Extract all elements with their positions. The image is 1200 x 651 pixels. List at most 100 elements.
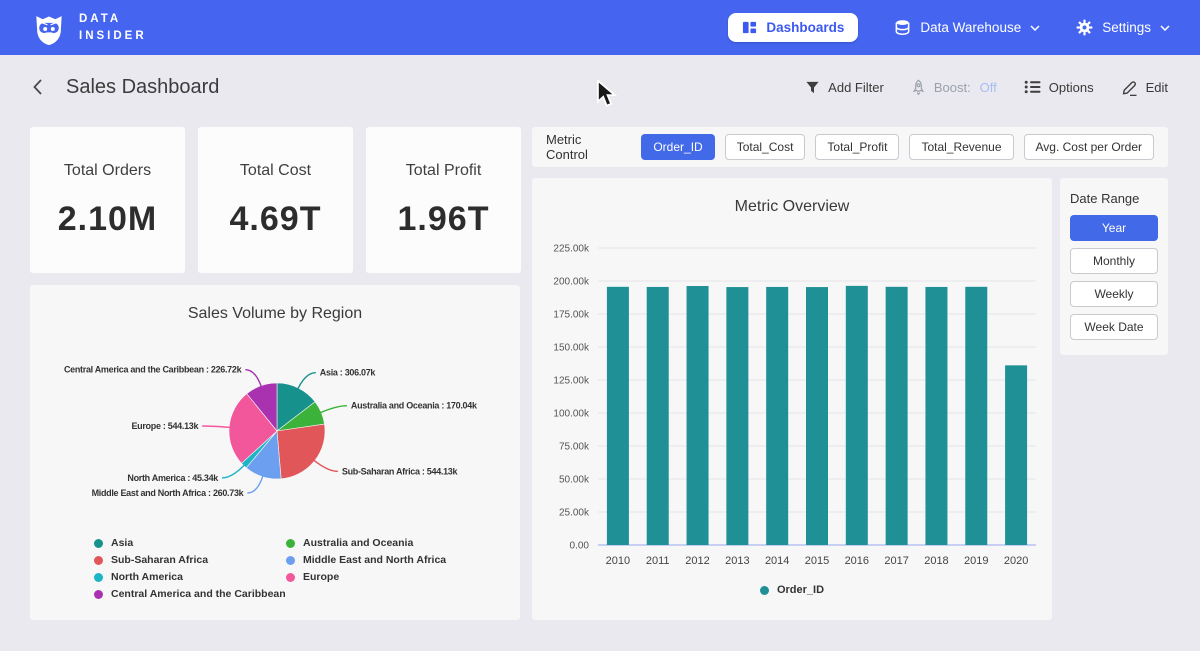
settings-menu[interactable]: Settings xyxy=(1076,19,1170,36)
pie-slice-label: Asia : 306.07k xyxy=(320,368,377,378)
pie-slice[interactable] xyxy=(277,402,325,431)
x-axis-label: 2013 xyxy=(725,555,749,567)
pie-label-line xyxy=(247,476,263,493)
x-axis-label: 2014 xyxy=(765,555,789,567)
pie-slice[interactable] xyxy=(277,424,325,479)
legend-item[interactable]: Sub-Saharan Africa xyxy=(94,554,286,566)
bar-2018[interactable] xyxy=(925,287,947,545)
chip-avg-cost-per-order[interactable]: Avg. Cost per Order xyxy=(1024,134,1155,160)
pie-label-line xyxy=(320,406,347,413)
pie-slice[interactable] xyxy=(229,394,277,464)
x-axis-label: 2010 xyxy=(606,555,630,567)
date-range-panel: Date Range YearMonthlyWeeklyWeek Date xyxy=(1060,178,1168,355)
dashboards-button[interactable]: Dashboards xyxy=(728,13,858,42)
sales-dashboard-app: DATA INSIDER Dashboards Data Warehou xyxy=(0,0,1200,651)
bar-legend-dot xyxy=(760,586,769,595)
bar-2017[interactable] xyxy=(886,287,908,545)
bar-2020[interactable] xyxy=(1005,365,1027,545)
chip-total-profit[interactable]: Total_Profit xyxy=(815,134,899,160)
chip-total-revenue[interactable]: Total_Revenue xyxy=(909,134,1013,160)
legend-item[interactable]: Middle East and North Africa xyxy=(286,554,478,566)
add-filter-button[interactable]: Add Filter xyxy=(805,80,884,95)
stat-label: Total Cost xyxy=(240,162,311,180)
legend-label: Middle East and North Africa xyxy=(303,554,446,566)
legend-item[interactable]: Central America and the Caribbean xyxy=(94,588,286,600)
bar-2016[interactable] xyxy=(846,286,868,545)
stat-value: 4.69T xyxy=(230,200,322,239)
pie-label-line xyxy=(298,373,316,389)
legend-dot xyxy=(94,573,103,582)
x-axis-label: 2020 xyxy=(1004,555,1028,567)
bar-2015[interactable] xyxy=(806,287,828,545)
chip-total-cost[interactable]: Total_Cost xyxy=(725,134,806,160)
top-navbar: DATA INSIDER Dashboards Data Warehou xyxy=(0,0,1200,55)
pie-slice[interactable] xyxy=(242,431,278,468)
pie-slice-label: Europe : 544.13k xyxy=(131,421,199,431)
database-icon xyxy=(894,19,911,36)
y-axis-tick: 200.00k xyxy=(553,277,590,288)
pie-label-line xyxy=(202,426,230,427)
legend-item[interactable]: Asia xyxy=(94,537,286,549)
bar-2014[interactable] xyxy=(766,287,788,545)
y-axis-tick: 175.00k xyxy=(553,310,590,321)
options-label: Options xyxy=(1049,80,1094,95)
pie-slice[interactable] xyxy=(247,383,277,431)
pie-slice[interactable] xyxy=(246,431,281,479)
legend-item[interactable]: Australia and Oceania xyxy=(286,537,478,549)
legend-item[interactable]: North America xyxy=(94,571,286,583)
add-filter-label: Add Filter xyxy=(828,80,884,95)
pencil-icon xyxy=(1121,79,1138,96)
metric-control-label: Metric Control xyxy=(546,132,626,162)
pie-label-line xyxy=(314,460,338,471)
pie-slice[interactable] xyxy=(277,383,315,431)
range-btn-week-date[interactable]: Week Date xyxy=(1070,314,1158,340)
pie-chart-title: Sales Volume by Region xyxy=(30,305,520,323)
bar-chart-svg: 0.0025.00k50.00k75.00k100.00k125.00k150.… xyxy=(532,178,1052,578)
legend-label: Sub-Saharan Africa xyxy=(111,554,208,566)
chip-order-id[interactable]: Order_ID xyxy=(641,134,714,160)
bar-legend[interactable]: Order_ID xyxy=(532,584,1052,596)
data-warehouse-menu[interactable]: Data Warehouse xyxy=(894,19,1040,36)
stat-cards: Total Orders2.10MTotal Cost4.69TTotal Pr… xyxy=(30,127,522,273)
legend-dot xyxy=(94,539,103,548)
legend-item[interactable]: Europe xyxy=(286,571,478,583)
boost-toggle[interactable]: Boost: Off xyxy=(911,79,997,95)
options-button[interactable]: Options xyxy=(1024,79,1094,95)
y-axis-tick: 225.00k xyxy=(553,244,590,255)
mouse-cursor-icon xyxy=(596,80,618,108)
legend-label: Central America and the Caribbean xyxy=(111,588,286,600)
x-axis-label: 2018 xyxy=(924,555,948,567)
bar-2011[interactable] xyxy=(647,287,669,545)
range-btn-year[interactable]: Year xyxy=(1070,215,1158,241)
dashboards-icon xyxy=(742,20,757,35)
metric-overview-panel: Metric Overview 0.0025.00k50.00k75.00k10… xyxy=(532,178,1052,620)
metric-control-buttons: Order_ID Total_Cost Total_Profit Total_Reve… xyxy=(641,134,1154,160)
pie-legend: Asia Sub-Saharan Africa North America Centr… xyxy=(94,537,478,600)
legend-label: Europe xyxy=(303,571,339,583)
owl-logo-icon xyxy=(30,9,68,47)
brand-line-1: DATA xyxy=(79,11,147,28)
rocket-icon xyxy=(911,79,926,95)
x-axis-label: 2019 xyxy=(964,555,988,567)
gear-icon xyxy=(1076,19,1093,36)
dashboards-label: Dashboards xyxy=(766,20,844,35)
range-btn-weekly[interactable]: Weekly xyxy=(1070,281,1158,307)
bar-2012[interactable] xyxy=(687,286,709,545)
brand-line-2: INSIDER xyxy=(79,28,147,45)
stat-value: 2.10M xyxy=(58,200,158,239)
bar-2013[interactable] xyxy=(726,287,748,545)
funnel-icon xyxy=(805,80,820,95)
back-chevron-icon[interactable] xyxy=(32,78,43,96)
metric-control-panel: Metric Control Order_ID Total_Cost Total_P… xyxy=(532,127,1168,167)
edit-button[interactable]: Edit xyxy=(1121,79,1168,96)
list-icon xyxy=(1024,79,1041,95)
legend-dot xyxy=(94,590,103,599)
x-axis-label: 2012 xyxy=(685,555,709,567)
y-axis-tick: 0.00 xyxy=(570,541,590,552)
pie-slice-label: Sub-Saharan Africa : 544.13k xyxy=(342,466,459,476)
chevron-down-icon xyxy=(1160,25,1170,31)
bar-2010[interactable] xyxy=(607,287,629,545)
range-btn-monthly[interactable]: Monthly xyxy=(1070,248,1158,274)
pie-slice-label: Middle East and North Africa : 260.73k xyxy=(92,488,245,498)
bar-2019[interactable] xyxy=(965,287,987,545)
